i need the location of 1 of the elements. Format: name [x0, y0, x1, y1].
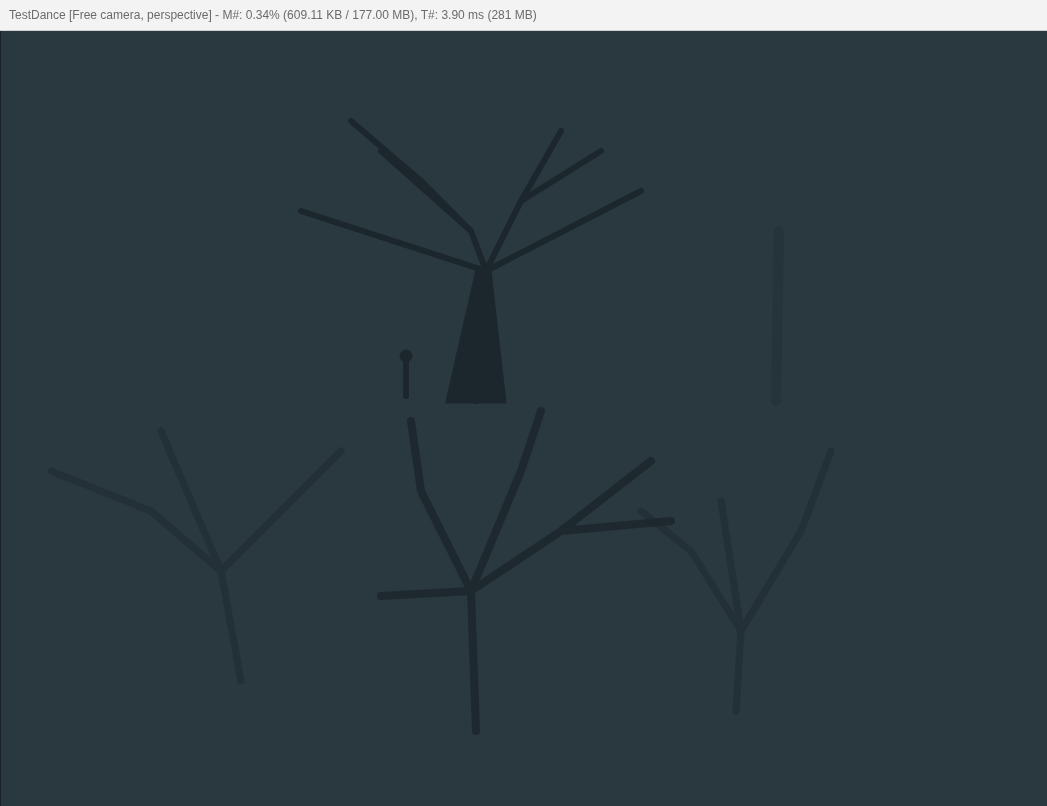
window-title: TestDance [Free camera, perspective] - M#: 0.34% (609.11 KB / 177.00 MB), T#: 3.90 ms (281 MB)	[9, 7, 537, 24]
